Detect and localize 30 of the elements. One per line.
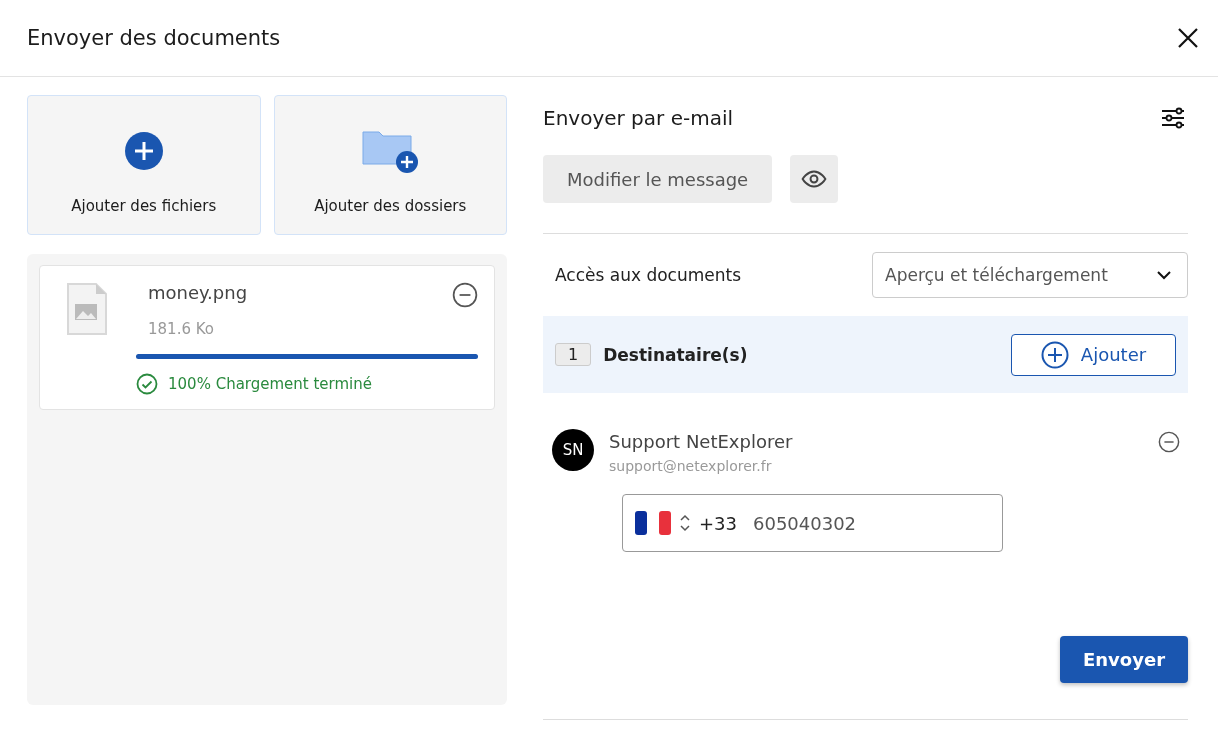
edit-message-button[interactable]: Modifier le message <box>543 155 773 203</box>
section-title: Envoyer par e-mail <box>543 106 733 130</box>
phone-field[interactable]: +33 605040302 <box>622 494 1003 552</box>
image-file-icon <box>66 282 108 336</box>
phone-code: +33 <box>699 512 737 534</box>
recipients-label: Destinataire(s) <box>603 344 748 365</box>
close-icon <box>1176 26 1200 50</box>
up-down-icon <box>679 512 691 534</box>
file-name: money.png <box>148 282 248 303</box>
access-select[interactable]: Aperçu et téléchargement <box>872 252 1188 298</box>
window-title: Envoyer des documents <box>27 26 281 50</box>
add-tile[interactable]: Ajouter des fichiers <box>27 95 261 235</box>
send-button[interactable]: Envoyer <box>1060 636 1188 683</box>
flag-icon <box>635 511 671 535</box>
preview-button[interactable] <box>790 155 839 203</box>
remove-icon[interactable] <box>1158 431 1180 453</box>
add-tile[interactable]: Ajouter des dossiers <box>273 95 507 235</box>
upload-status: 100% Chargement terminé <box>168 375 372 393</box>
recipient-name: Support NetExplorer <box>609 431 794 452</box>
access-label: Accès aux documents <box>555 265 742 285</box>
file-size: 181.6 Ko <box>147 320 215 338</box>
recipient-count: 1 <box>555 343 592 366</box>
plus-circle-icon <box>124 131 163 170</box>
recipient-email: support@netexplorer.fr <box>609 458 773 474</box>
remove-icon[interactable] <box>452 282 478 308</box>
plus-circle-icon <box>1040 340 1069 369</box>
sliders-icon <box>1160 105 1186 131</box>
avatar: SN <box>552 429 594 471</box>
add-recipient-button[interactable]: Ajouter <box>1011 333 1176 376</box>
check-circle-icon <box>136 373 158 395</box>
